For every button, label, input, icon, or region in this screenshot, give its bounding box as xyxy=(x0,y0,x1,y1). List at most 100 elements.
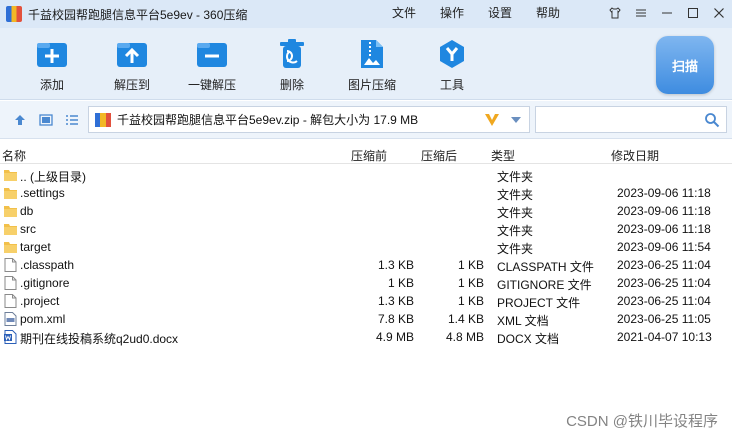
checkmark-v-icon xyxy=(485,114,499,126)
file-modified-date: 2023-09-06 11:18 xyxy=(617,186,711,200)
add-button[interactable]: 添加 xyxy=(17,36,87,93)
column-name[interactable]: 名称 xyxy=(2,147,26,164)
file-type: 文件夹 xyxy=(497,170,534,184)
file-type: 文件夹 xyxy=(497,242,534,256)
file-modified-date: 2023-06-25 11:04 xyxy=(617,294,711,308)
file-modified-date: 2021-04-07 10:13 xyxy=(617,330,712,344)
image-compress-button[interactable]: 图片压缩 xyxy=(337,36,407,93)
file-type: 文件夹 xyxy=(497,188,534,202)
folder-icon xyxy=(4,240,17,254)
file-compressed-size: 1 KB xyxy=(387,276,414,290)
file-row[interactable]: .classpath 1.3 KB 1 KB CLASSPATH 文件 2023-06-… xyxy=(0,256,732,274)
list-view-icon xyxy=(66,115,78,125)
file-type: GITIGNORE 文件 xyxy=(497,278,592,292)
search-input[interactable] xyxy=(536,107,696,132)
file-uncompressed-size: 4.8 MB xyxy=(445,330,484,344)
file-name: db xyxy=(20,204,34,218)
thumbnail-view-button[interactable] xyxy=(38,112,54,128)
window-title: 千益校园帮跑腿信息平台5e9ev - 360压缩 xyxy=(28,7,248,22)
menu-help[interactable]: 帮助 xyxy=(524,0,572,28)
file-row[interactable]: pom.xml 7.8 KB 1.4 KB XML 文档 2023-06-25 11:0… xyxy=(0,310,732,328)
image-compress-icon xyxy=(352,36,392,72)
folder-icon xyxy=(4,168,17,182)
arrow-up-icon xyxy=(15,115,25,125)
file-uncompressed-size: 1 KB xyxy=(457,294,484,308)
minimize-button[interactable] xyxy=(654,0,680,26)
maximize-icon xyxy=(688,8,698,18)
file-row[interactable]: 期刊在线投稿系统q2ud0.docx 4.9 MB 4.8 MB DOCX 文档 202… xyxy=(0,328,732,346)
file-name: .classpath xyxy=(20,258,75,272)
address-bar: 千益校园帮跑腿信息平台5e9ev.zip - 解包大小为 17.9 MB xyxy=(0,101,732,139)
menu-operate[interactable]: 操作 xyxy=(428,0,476,28)
add-icon xyxy=(32,36,72,72)
xml-file-icon xyxy=(4,312,17,326)
file-row[interactable]: .settings 文件夹 2023-09-06 11:18 xyxy=(0,184,732,202)
file-uncompressed-size: 1 KB xyxy=(457,258,484,272)
file-type: XML 文档 xyxy=(497,314,549,328)
file-modified-date: 2023-09-06 11:18 xyxy=(617,222,711,236)
file-row[interactable]: .gitignore 1 KB 1 KB GITIGNORE 文件 2023-06-25… xyxy=(0,274,732,292)
scan-button[interactable]: 扫描 xyxy=(656,36,714,94)
up-level-button[interactable] xyxy=(12,112,28,128)
thumbnail-view-icon xyxy=(39,114,53,126)
one-click-extract-icon xyxy=(192,36,232,72)
extract-to-icon xyxy=(112,36,152,72)
maximize-button[interactable] xyxy=(680,0,706,26)
file-icon xyxy=(4,258,17,272)
extract-to-label: 解压到 xyxy=(113,78,150,92)
menu-settings[interactable]: 设置 xyxy=(476,0,524,28)
delete-label: 删除 xyxy=(279,78,304,92)
image-compress-label: 图片压缩 xyxy=(347,78,396,92)
extract-to-button[interactable]: 解压到 xyxy=(97,36,167,93)
file-name: 期刊在线投稿系统q2ud0.docx xyxy=(20,332,179,346)
file-type: 文件夹 xyxy=(497,224,534,238)
delete-button[interactable]: 删除 xyxy=(257,36,327,93)
folder-icon xyxy=(4,204,17,218)
file-name: .project xyxy=(20,294,60,308)
file-name: target xyxy=(20,240,51,254)
tools-icon xyxy=(432,36,472,72)
app-logo-icon xyxy=(6,6,22,22)
file-row[interactable]: .project 1.3 KB 1 KB PROJECT 文件 2023-06-25 1… xyxy=(0,292,732,310)
file-list-header: 名称 压缩前 压缩后 类型 修改日期 xyxy=(0,144,732,164)
watermark: CSDN @铁川毕设程序 xyxy=(566,413,718,430)
file-icon xyxy=(4,276,17,290)
dropdown-menu-button[interactable] xyxy=(628,0,654,26)
title-bar: 千益校园帮跑腿信息平台5e9ev - 360压缩 文件 操作 设置 帮助 xyxy=(0,0,732,28)
close-button[interactable] xyxy=(706,0,732,26)
file-row[interactable]: src 文件夹 2023-09-06 11:18 xyxy=(0,220,732,238)
file-compressed-size: 7.8 KB xyxy=(377,312,414,326)
column-compressed[interactable]: 压缩前 xyxy=(351,147,387,164)
path-field[interactable]: 千益校园帮跑腿信息平台5e9ev.zip - 解包大小为 17.9 MB xyxy=(88,106,530,133)
file-type: PROJECT 文件 xyxy=(497,296,581,310)
shirt-icon xyxy=(609,7,621,19)
list-view-button[interactable] xyxy=(64,112,80,128)
docx-file-icon xyxy=(4,330,17,344)
column-uncompressed[interactable]: 压缩后 xyxy=(421,147,457,164)
file-name: pom.xml xyxy=(20,312,66,326)
file-modified-date: 2023-06-25 11:04 xyxy=(617,258,711,272)
file-row[interactable]: target 文件夹 2023-09-06 11:54 xyxy=(0,238,732,256)
file-type: CLASSPATH 文件 xyxy=(497,260,594,274)
file-uncompressed-size: 1.4 KB xyxy=(447,312,484,326)
menu-bar: 文件 操作 设置 帮助 xyxy=(380,0,572,28)
menu-file[interactable]: 文件 xyxy=(380,0,428,28)
search-icon[interactable] xyxy=(704,112,720,128)
file-row[interactable]: db 文件夹 2023-09-06 11:18 xyxy=(0,202,732,220)
column-type[interactable]: 类型 xyxy=(491,147,515,164)
file-list: .. (上级目录) 文件夹 .settings 文件夹 2023-09-06 11:18… xyxy=(0,166,732,346)
toolbar: 添加 解压到 一键解压 删除 图片压缩 工具 扫描 xyxy=(0,28,732,100)
file-compressed-size: 1.3 KB xyxy=(377,294,414,308)
column-modified-date[interactable]: 修改日期 xyxy=(611,147,659,164)
file-icon xyxy=(4,294,17,308)
tools-button[interactable]: 工具 xyxy=(417,36,487,93)
one-click-extract-button[interactable]: 一键解压 xyxy=(177,36,247,93)
file-type: DOCX 文档 xyxy=(497,332,560,346)
file-row[interactable]: .. (上级目录) 文件夹 xyxy=(0,166,732,184)
skin-button[interactable] xyxy=(602,0,628,26)
hamburger-icon xyxy=(636,9,646,17)
file-name: src xyxy=(20,222,36,236)
file-name: .. (上级目录) xyxy=(20,170,86,184)
zip-archive-icon xyxy=(95,112,111,127)
search-box xyxy=(535,106,727,133)
